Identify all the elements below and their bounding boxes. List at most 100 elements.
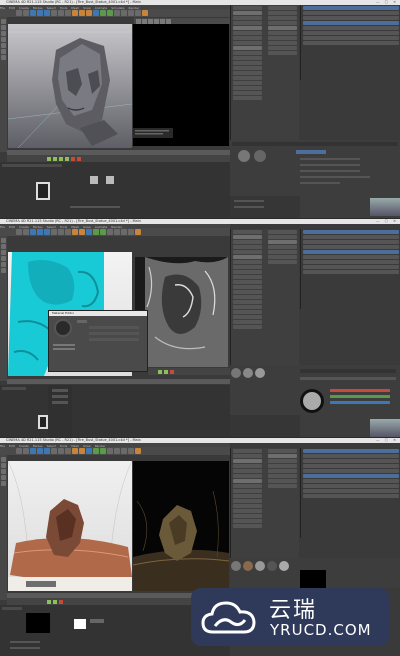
edges-mode-icon[interactable] xyxy=(1,469,6,474)
perspective-viewport[interactable] xyxy=(8,461,132,591)
cloner-icon[interactable] xyxy=(107,229,113,235)
rotate-icon[interactable] xyxy=(44,448,50,454)
play-icon[interactable] xyxy=(164,369,168,374)
camera-icon[interactable] xyxy=(135,10,141,16)
floor-icon[interactable] xyxy=(121,448,127,454)
subdivision-icon[interactable] xyxy=(100,448,106,454)
play-icon[interactable] xyxy=(59,156,63,161)
cloner-icon[interactable] xyxy=(107,448,113,454)
spline-icon[interactable] xyxy=(93,448,99,454)
redo-icon[interactable] xyxy=(23,448,29,454)
undo-icon[interactable] xyxy=(16,448,22,454)
polygons-mode-icon[interactable] xyxy=(1,37,6,42)
floor-icon[interactable] xyxy=(128,10,134,16)
cube-icon[interactable] xyxy=(93,10,99,16)
render-view-icon[interactable] xyxy=(72,229,78,235)
move-icon[interactable] xyxy=(30,10,36,16)
points-mode-icon[interactable] xyxy=(1,463,6,468)
next-frame-icon[interactable] xyxy=(65,156,69,161)
uv-mode-icon[interactable] xyxy=(1,481,6,486)
axis-y-icon[interactable] xyxy=(58,10,64,16)
render-view-icon[interactable] xyxy=(72,10,78,16)
spline-icon[interactable] xyxy=(100,10,106,16)
cube-icon[interactable] xyxy=(86,448,92,454)
render-view[interactable] xyxy=(135,257,228,367)
stop-icon[interactable] xyxy=(142,18,147,24)
model-mode-icon[interactable] xyxy=(1,19,6,24)
uv-mode-icon[interactable] xyxy=(1,43,6,48)
cloner-icon[interactable] xyxy=(114,10,120,16)
rotate-icon[interactable] xyxy=(44,229,50,235)
move-icon[interactable] xyxy=(30,448,36,454)
edges-mode-icon[interactable] xyxy=(1,31,6,36)
redo-icon[interactable] xyxy=(23,229,29,235)
camera-icon[interactable] xyxy=(128,229,134,235)
render-view[interactable] xyxy=(133,461,229,591)
snap-icon[interactable] xyxy=(1,268,6,273)
move-icon[interactable] xyxy=(30,229,36,235)
first-frame-icon[interactable] xyxy=(47,156,51,161)
window-controls[interactable]: — ▢ ✕ xyxy=(376,219,398,224)
subdivision-icon[interactable] xyxy=(107,10,113,16)
cube-icon[interactable] xyxy=(86,229,92,235)
axis-y-icon[interactable] xyxy=(58,448,64,454)
snap-icon[interactable] xyxy=(1,49,6,54)
axis-y-icon[interactable] xyxy=(58,229,64,235)
deformer-icon[interactable] xyxy=(121,10,127,16)
model-mode-icon[interactable] xyxy=(1,457,6,462)
undo-icon[interactable] xyxy=(16,229,22,235)
render-picture-icon[interactable] xyxy=(79,448,85,454)
region-icon[interactable] xyxy=(148,18,153,24)
record-icon[interactable] xyxy=(59,599,63,604)
light-icon[interactable] xyxy=(142,10,148,16)
subdivision-icon[interactable] xyxy=(100,229,106,235)
points-mode-icon[interactable] xyxy=(1,244,6,249)
edges-mode-icon[interactable] xyxy=(1,250,6,255)
material-editor-dialog[interactable]: Material Editor xyxy=(48,310,148,372)
deformer-icon[interactable] xyxy=(114,448,120,454)
scale-icon[interactable] xyxy=(37,10,43,16)
model-mode-icon[interactable] xyxy=(1,238,6,243)
record-icon[interactable] xyxy=(71,156,75,161)
window-controls[interactable]: — ▢ ✕ xyxy=(376,438,398,443)
folder-icon[interactable] xyxy=(160,18,165,24)
undo-icon[interactable] xyxy=(16,10,22,16)
axis-z-icon[interactable] xyxy=(65,448,71,454)
play-icon[interactable] xyxy=(53,599,57,604)
render-view[interactable] xyxy=(133,24,229,146)
spline-icon[interactable] xyxy=(93,229,99,235)
polygons-mode-icon[interactable] xyxy=(1,256,6,261)
rotate-icon[interactable] xyxy=(44,10,50,16)
autokey-icon[interactable] xyxy=(77,156,81,161)
record-icon[interactable] xyxy=(170,369,174,374)
scale-icon[interactable] xyxy=(37,229,43,235)
render-picture-icon[interactable] xyxy=(79,10,85,16)
render-view-icon[interactable] xyxy=(72,448,78,454)
uv-mode-icon[interactable] xyxy=(1,262,6,267)
render-picture-icon[interactable] xyxy=(79,229,85,235)
floor-icon[interactable] xyxy=(121,229,127,235)
axis-x-icon[interactable] xyxy=(51,10,57,16)
redo-icon[interactable] xyxy=(23,10,29,16)
polygons-mode-icon[interactable] xyxy=(1,475,6,480)
axis-z-icon[interactable] xyxy=(65,229,71,235)
scale-icon[interactable] xyxy=(37,448,43,454)
light-icon[interactable] xyxy=(135,448,141,454)
axis-x-icon[interactable] xyxy=(51,448,57,454)
perspective-viewport[interactable] xyxy=(8,24,132,148)
light-icon[interactable] xyxy=(135,229,141,235)
render-icon[interactable] xyxy=(136,18,141,24)
first-frame-icon[interactable] xyxy=(47,599,51,604)
first-frame-icon[interactable] xyxy=(158,369,162,374)
prev-frame-icon[interactable] xyxy=(53,156,57,161)
render-settings-icon[interactable] xyxy=(86,10,92,16)
points-mode-icon[interactable] xyxy=(1,25,6,30)
workplane-icon[interactable] xyxy=(1,55,6,60)
camera-icon[interactable] xyxy=(128,448,134,454)
lock-icon[interactable] xyxy=(154,18,159,24)
deformer-icon[interactable] xyxy=(114,229,120,235)
axis-x-icon[interactable] xyxy=(51,229,57,235)
save-icon[interactable] xyxy=(166,18,171,24)
axis-z-icon[interactable] xyxy=(65,10,71,16)
timeline-ruler[interactable] xyxy=(7,379,230,384)
